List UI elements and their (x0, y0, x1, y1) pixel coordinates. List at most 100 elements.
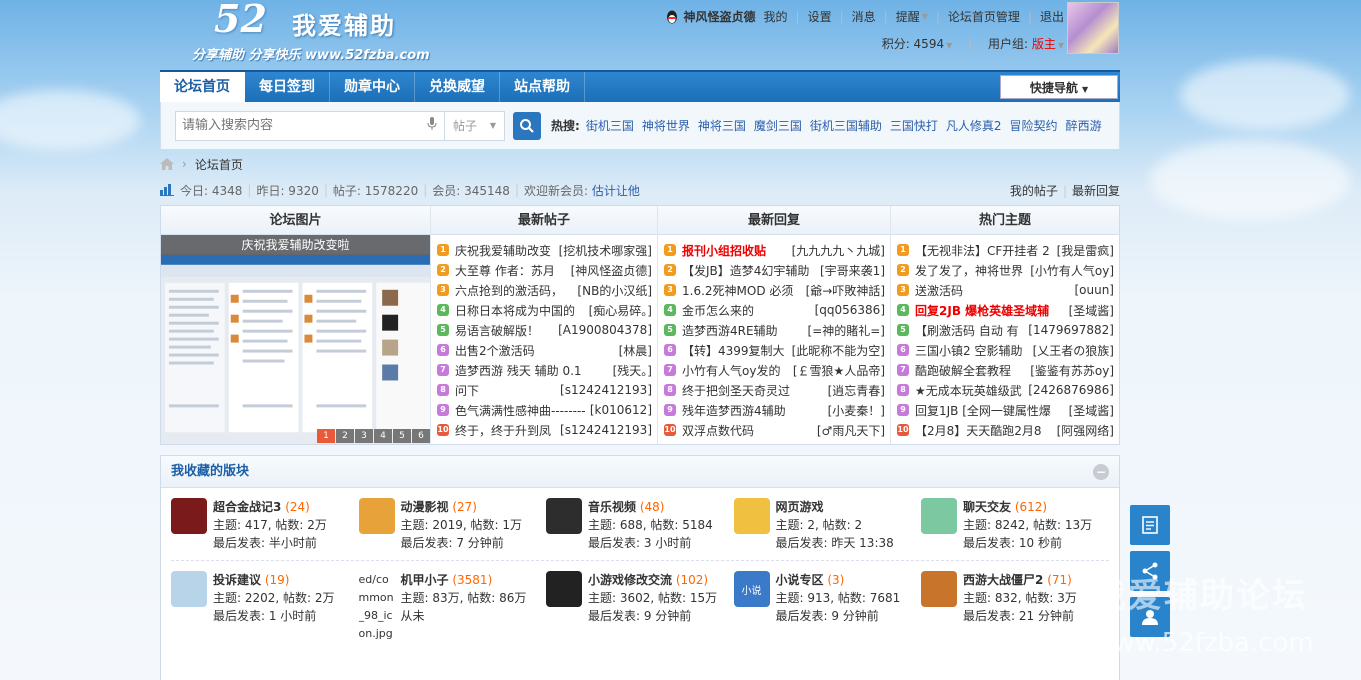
topic-title[interactable]: 【转】4399复制大 (682, 342, 788, 359)
search-type-select[interactable]: 帖子 ▼ (445, 110, 505, 141)
topic-author[interactable]: [九九九九丶九城] (792, 242, 885, 259)
board-icon[interactable] (921, 571, 957, 607)
topic-author[interactable]: [小麦秦！] (828, 402, 885, 419)
topic-row[interactable]: 9 色气满满性感神曲-------- [k010612] (431, 400, 657, 420)
favorite-board[interactable]: ed/common_98_icon.jpg 机甲小子 (3581) 主题: 83万,… (359, 571, 547, 643)
topic-row[interactable]: 4 日称日本将成为中国的 [痴心易碎。] (431, 300, 657, 320)
topic-author[interactable]: [宇哥来袭1] (820, 262, 885, 279)
board-name[interactable]: 机甲小子 (401, 573, 449, 587)
topic-row[interactable]: 3 六点抢到的激活码， [NB的小汉纸] (431, 280, 657, 300)
search-input[interactable] (176, 118, 420, 133)
search-button[interactable] (513, 111, 541, 140)
topic-title[interactable]: 日称日本将成为中国的 (455, 302, 585, 319)
hot-search-item[interactable]: 街机三国辅助 (810, 117, 882, 134)
topic-author[interactable]: [=神的賭礼=] (808, 322, 885, 339)
topic-row[interactable]: 3 送激活码 [ouun] (891, 280, 1119, 300)
favorite-board[interactable]: 超合金战记3 (24) 主题: 417, 帖数: 2万 最后发表: 半小时前 (171, 498, 359, 552)
topic-author[interactable]: [神风怪盗贞德] (571, 262, 652, 279)
topic-title[interactable]: 出售2个激活码 (455, 342, 615, 359)
topic-row[interactable]: 10 【2月8】天天酷跑2月8 [阿强网络] (891, 420, 1119, 440)
board-name[interactable]: 聊天交友 (963, 500, 1011, 514)
board-icon[interactable] (546, 498, 582, 534)
topic-row[interactable]: 8 问下 [s1242412193] (431, 380, 657, 400)
collapse-icon[interactable]: − (1093, 464, 1109, 480)
hot-search-item[interactable]: 凡人修真2 (946, 117, 1002, 134)
topic-title[interactable]: 回复1JB [全网一键属性爆 (915, 402, 1065, 419)
topic-title[interactable]: 【发JB】造梦4幻宇辅助 (682, 262, 816, 279)
topic-row[interactable]: 4 回复2JB 爆枪英雄圣域辅 [圣域酱] (891, 300, 1119, 320)
board-icon[interactable] (171, 498, 207, 534)
board-name[interactable]: 超合金战记3 (213, 500, 281, 514)
nav-forum-admin[interactable]: 论坛首页管理 (948, 8, 1020, 25)
topic-author[interactable]: [爺→吓敗神話] (806, 282, 885, 299)
topic-author[interactable]: [♂雨凡天下] (817, 422, 885, 439)
topic-author[interactable]: [林晨] (619, 342, 652, 359)
favorite-board[interactable]: 网页游戏 主题: 2, 帖数: 2 最后发表: 昨天 13:38 (733, 498, 922, 552)
nav-messages[interactable]: 消息 (852, 8, 876, 25)
tab-forum-home[interactable]: 论坛首页 (160, 72, 245, 102)
new-member-link[interactable]: 估计让他 (592, 182, 640, 199)
board-name[interactable]: 西游大战僵尸2 (963, 573, 1043, 587)
topic-title[interactable]: 回复2JB 爆枪英雄圣域辅 (915, 302, 1065, 319)
hot-search-item[interactable]: 醉西游 (1066, 117, 1102, 134)
hot-search-item[interactable]: 街机三国 (586, 117, 634, 134)
topic-author[interactable]: [NB的小汉纸] (577, 282, 652, 299)
favorite-board[interactable]: 小说 小说专区 (3) 主题: 913, 帖数: 7681 最后发表: 9 分钟前 (733, 571, 922, 643)
topic-title[interactable]: 三国小镇2 空影辅助 (915, 342, 1029, 359)
topic-author[interactable]: [￡雪狼★人品帝] (793, 362, 885, 379)
topic-row[interactable]: 5 【刷激活码 自动 有 [1479697882] (891, 320, 1119, 340)
topic-row[interactable]: 2 【发JB】造梦4幻宇辅助 [宇哥来袭1] (658, 260, 890, 280)
topic-author[interactable]: [s1242412193] (560, 383, 652, 397)
microphone-icon[interactable] (420, 116, 444, 135)
nav-my[interactable]: 我的 (764, 8, 788, 25)
topic-title[interactable]: 酷跑破解全套教程 (915, 362, 1026, 379)
topic-row[interactable]: 7 酷跑破解全套教程 [鉴鉴有苏苏oy] (891, 360, 1119, 380)
favorite-board[interactable]: 西游大战僵尸2 (71) 主题: 832, 帖数: 3万 最后发表: 21 分钟前 (921, 571, 1109, 643)
board-name[interactable]: 小说专区 (776, 573, 824, 587)
topic-row[interactable]: 9 残年造梦西游4辅助 [小麦秦！] (658, 400, 890, 420)
topic-row[interactable]: 2 大至尊 作者：苏月 [神风怪盗贞德] (431, 260, 657, 280)
board-icon[interactable] (921, 498, 957, 534)
board-icon[interactable]: 小说 (733, 571, 770, 607)
hot-search-item[interactable]: 神将三国 (698, 117, 746, 134)
topic-title[interactable]: 色气满满性感神曲-------- (455, 402, 586, 419)
quick-nav-button[interactable]: 快捷导航 ▼ (1000, 75, 1118, 99)
topic-title[interactable]: 金币怎么来的 (682, 302, 811, 319)
topic-author[interactable]: [qq056386] (815, 303, 885, 317)
topic-title[interactable]: 发了发了，神将世界 (915, 262, 1026, 279)
topic-author[interactable]: [残天。] (613, 362, 652, 379)
topic-author[interactable]: [挖机技术哪家强] (559, 242, 652, 259)
favorite-board[interactable]: 动漫影视 (27) 主题: 2019, 帖数: 1万 最后发表: 7 分钟前 (358, 498, 547, 552)
post-button[interactable] (1130, 505, 1170, 545)
topic-title[interactable]: 易语言破解版！ (455, 322, 554, 339)
topic-row[interactable]: 7 小竹有人气oy发的 [￡雪狼★人品帝] (658, 360, 890, 380)
topic-author[interactable]: [阿强网络] (1057, 422, 1114, 439)
topic-row[interactable]: 5 易语言破解版！ [A1900804378] (431, 320, 657, 340)
my-posts-link[interactable]: 我的帖子 (1010, 184, 1058, 198)
topic-title[interactable]: 问下 (455, 382, 556, 399)
topic-row[interactable]: 8 ★无成本玩英雄级武 [2426876986] (891, 380, 1119, 400)
hot-search-item[interactable]: 冒险契约 (1010, 117, 1058, 134)
topic-author[interactable]: [圣域酱] (1069, 302, 1114, 319)
favorite-board[interactable]: 音乐视频 (48) 主题: 688, 帖数: 5184 最后发表: 3 小时前 (546, 498, 734, 552)
nav-logout[interactable]: 退出 (1040, 8, 1064, 25)
nav-reminders[interactable]: 提醒 (896, 8, 920, 25)
topic-author[interactable]: [2426876986] (1028, 383, 1114, 397)
board-icon[interactable] (546, 571, 582, 607)
site-logo[interactable]: 52 我爱辅助 分享辅助 分享快乐 www.52fzba.com (192, 0, 432, 63)
slide-page[interactable]: 3 (355, 429, 373, 443)
board-name[interactable]: 投诉建议 (213, 573, 261, 587)
topic-row[interactable]: 7 造梦西游 残天 辅助 0.1 [残天。] (431, 360, 657, 380)
hot-search-item[interactable]: 三国快打 (890, 117, 938, 134)
board-name[interactable]: 小游戏修改交流 (588, 573, 672, 587)
favorite-board[interactable]: 投诉建议 (19) 主题: 2202, 帖数: 2万 最后发表: 1 小时前 (171, 571, 359, 643)
topic-row[interactable]: 1 报刊小组招收贴 [九九九九丶九城] (658, 240, 890, 260)
topic-title[interactable]: 送激活码 (915, 282, 1070, 299)
favorite-board[interactable]: 小游戏修改交流 (102) 主题: 3602, 帖数: 15万 最后发表: 9 分钟… (546, 571, 734, 643)
slide-page[interactable]: 1 (317, 429, 335, 443)
latest-replies-link[interactable]: 最新回复 (1072, 184, 1120, 198)
topic-row[interactable]: 6 【转】4399复制大 [此昵称不能为空] (658, 340, 890, 360)
topic-title[interactable]: 造梦西游4RE辅助 (682, 322, 804, 339)
topic-author[interactable]: [逍忘青春] (828, 382, 885, 399)
topic-row[interactable]: 1 庆祝我爱辅助改变 [挖机技术哪家强] (431, 240, 657, 260)
